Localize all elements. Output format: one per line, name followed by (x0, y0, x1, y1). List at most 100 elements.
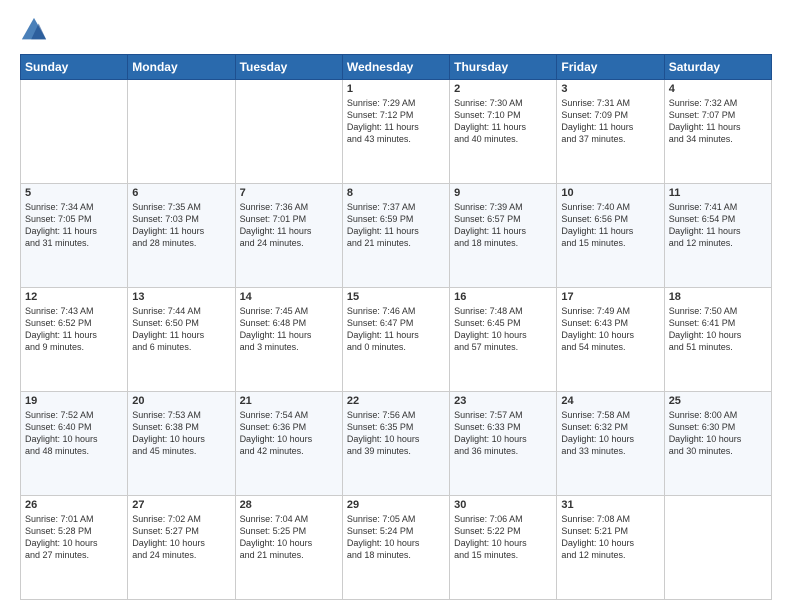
day-info: Sunrise: 7:57 AM Sunset: 6:33 PM Dayligh… (454, 409, 552, 458)
day-info: Sunrise: 7:54 AM Sunset: 6:36 PM Dayligh… (240, 409, 338, 458)
calendar-cell: 18 Sunrise: 7:50 AM Sunset: 6:41 PM Dayli… (664, 288, 771, 392)
week-row-5: 26 Sunrise: 7:01 AM Sunset: 5:28 PM Dayli… (21, 496, 772, 600)
calendar-cell: 9 Sunrise: 7:39 AM Sunset: 6:57 PM Daylig… (450, 184, 557, 288)
day-info: Sunrise: 7:01 AM Sunset: 5:28 PM Dayligh… (25, 513, 123, 562)
day-info: Sunrise: 7:45 AM Sunset: 6:48 PM Dayligh… (240, 305, 338, 354)
day-info: Sunrise: 7:41 AM Sunset: 6:54 PM Dayligh… (669, 201, 767, 250)
col-header-monday: Monday (128, 55, 235, 80)
day-info: Sunrise: 7:46 AM Sunset: 6:47 PM Dayligh… (347, 305, 445, 354)
calendar-cell (21, 80, 128, 184)
day-info: Sunrise: 7:52 AM Sunset: 6:40 PM Dayligh… (25, 409, 123, 458)
day-number: 5 (25, 187, 123, 199)
day-number: 30 (454, 499, 552, 511)
day-info: Sunrise: 7:35 AM Sunset: 7:03 PM Dayligh… (132, 201, 230, 250)
day-number: 14 (240, 291, 338, 303)
col-header-wednesday: Wednesday (342, 55, 449, 80)
calendar-cell (235, 80, 342, 184)
day-number: 4 (669, 83, 767, 95)
calendar-cell: 4 Sunrise: 7:32 AM Sunset: 7:07 PM Daylig… (664, 80, 771, 184)
col-header-sunday: Sunday (21, 55, 128, 80)
calendar-cell (128, 80, 235, 184)
calendar-cell: 27 Sunrise: 7:02 AM Sunset: 5:27 PM Dayli… (128, 496, 235, 600)
day-info: Sunrise: 7:43 AM Sunset: 6:52 PM Dayligh… (25, 305, 123, 354)
day-number: 27 (132, 499, 230, 511)
header-row: SundayMondayTuesdayWednesdayThursdayFrid… (21, 55, 772, 80)
calendar-cell: 19 Sunrise: 7:52 AM Sunset: 6:40 PM Dayli… (21, 392, 128, 496)
calendar-cell: 24Sunrise: 7:58 AM Sunset: 6:32 PM Dayli… (557, 392, 664, 496)
day-info: Sunrise: 7:04 AM Sunset: 5:25 PM Dayligh… (240, 513, 338, 562)
col-header-friday: Friday (557, 55, 664, 80)
calendar-cell: 23 Sunrise: 7:57 AM Sunset: 6:33 PM Dayli… (450, 392, 557, 496)
day-number: 12 (25, 291, 123, 303)
calendar-cell: 20 Sunrise: 7:53 AM Sunset: 6:38 PM Dayli… (128, 392, 235, 496)
week-row-2: 5 Sunrise: 7:34 AM Sunset: 7:05 PM Daylig… (21, 184, 772, 288)
day-info: Sunrise: 7:29 AM Sunset: 7:12 PM Dayligh… (347, 97, 445, 146)
calendar-cell: 8 Sunrise: 7:37 AM Sunset: 6:59 PM Daylig… (342, 184, 449, 288)
day-info: Sunrise: 7:39 AM Sunset: 6:57 PM Dayligh… (454, 201, 552, 250)
day-number: 28 (240, 499, 338, 511)
day-number: 9 (454, 187, 552, 199)
day-info: Sunrise: 7:30 AM Sunset: 7:10 PM Dayligh… (454, 97, 552, 146)
day-info: Sunrise: 7:53 AM Sunset: 6:38 PM Dayligh… (132, 409, 230, 458)
calendar-cell: 16 Sunrise: 7:48 AM Sunset: 6:45 PM Dayli… (450, 288, 557, 392)
day-number: 19 (25, 395, 123, 407)
day-number: 22 (347, 395, 445, 407)
day-info: Sunrise: 7:32 AM Sunset: 7:07 PM Dayligh… (669, 97, 767, 146)
col-header-tuesday: Tuesday (235, 55, 342, 80)
logo-icon (20, 16, 48, 44)
calendar-cell: 10 Sunrise: 7:40 AM Sunset: 6:56 PM Dayli… (557, 184, 664, 288)
day-number: 25 (669, 395, 767, 407)
day-number: 15 (347, 291, 445, 303)
day-number: 10 (561, 187, 659, 199)
calendar-cell: 14 Sunrise: 7:45 AM Sunset: 6:48 PM Dayli… (235, 288, 342, 392)
calendar-cell: 21 Sunrise: 7:54 AM Sunset: 6:36 PM Dayli… (235, 392, 342, 496)
col-header-thursday: Thursday (450, 55, 557, 80)
day-number: 24 (561, 395, 659, 407)
col-header-saturday: Saturday (664, 55, 771, 80)
day-number: 23 (454, 395, 552, 407)
calendar-cell: 13Sunrise: 7:44 AM Sunset: 6:50 PM Dayli… (128, 288, 235, 392)
day-info: Sunrise: 7:37 AM Sunset: 6:59 PM Dayligh… (347, 201, 445, 250)
day-number: 26 (25, 499, 123, 511)
calendar-cell: 28 Sunrise: 7:04 AM Sunset: 5:25 PM Dayli… (235, 496, 342, 600)
day-info: Sunrise: 7:56 AM Sunset: 6:35 PM Dayligh… (347, 409, 445, 458)
day-number: 7 (240, 187, 338, 199)
page: SundayMondayTuesdayWednesdayThursdayFrid… (0, 0, 792, 612)
day-number: 20 (132, 395, 230, 407)
day-number: 11 (669, 187, 767, 199)
day-info: Sunrise: 7:50 AM Sunset: 6:41 PM Dayligh… (669, 305, 767, 354)
day-number: 21 (240, 395, 338, 407)
day-info: Sunrise: 7:34 AM Sunset: 7:05 PM Dayligh… (25, 201, 123, 250)
calendar-cell: 29Sunrise: 7:05 AM Sunset: 5:24 PM Dayli… (342, 496, 449, 600)
day-info: Sunrise: 7:02 AM Sunset: 5:27 PM Dayligh… (132, 513, 230, 562)
day-info: Sunrise: 7:06 AM Sunset: 5:22 PM Dayligh… (454, 513, 552, 562)
week-row-3: 12 Sunrise: 7:43 AM Sunset: 6:52 PM Dayli… (21, 288, 772, 392)
calendar-cell: 3 Sunrise: 7:31 AM Sunset: 7:09 PM Daylig… (557, 80, 664, 184)
day-number: 18 (669, 291, 767, 303)
week-row-4: 19 Sunrise: 7:52 AM Sunset: 6:40 PM Dayli… (21, 392, 772, 496)
header (20, 16, 772, 44)
day-info: Sunrise: 7:31 AM Sunset: 7:09 PM Dayligh… (561, 97, 659, 146)
calendar-cell: 22 Sunrise: 7:56 AM Sunset: 6:35 PM Dayli… (342, 392, 449, 496)
day-info: Sunrise: 7:40 AM Sunset: 6:56 PM Dayligh… (561, 201, 659, 250)
calendar-cell: 1 Sunrise: 7:29 AM Sunset: 7:12 PM Daylig… (342, 80, 449, 184)
day-number: 16 (454, 291, 552, 303)
calendar-cell: 7Sunrise: 7:36 AM Sunset: 7:01 PM Daylig… (235, 184, 342, 288)
calendar-cell: 11 Sunrise: 7:41 AM Sunset: 6:54 PM Dayli… (664, 184, 771, 288)
calendar-cell: 31Sunrise: 7:08 AM Sunset: 5:21 PM Dayli… (557, 496, 664, 600)
calendar-cell: 5 Sunrise: 7:34 AM Sunset: 7:05 PM Daylig… (21, 184, 128, 288)
calendar-table: SundayMondayTuesdayWednesdayThursdayFrid… (20, 54, 772, 600)
calendar-cell: 2Sunrise: 7:30 AM Sunset: 7:10 PM Daylig… (450, 80, 557, 184)
day-info: Sunrise: 7:49 AM Sunset: 6:43 PM Dayligh… (561, 305, 659, 354)
calendar-cell: 17 Sunrise: 7:49 AM Sunset: 6:43 PM Dayli… (557, 288, 664, 392)
day-number: 8 (347, 187, 445, 199)
calendar-cell: 6Sunrise: 7:35 AM Sunset: 7:03 PM Daylig… (128, 184, 235, 288)
calendar-cell (664, 496, 771, 600)
day-number: 3 (561, 83, 659, 95)
day-info: Sunrise: 7:48 AM Sunset: 6:45 PM Dayligh… (454, 305, 552, 354)
calendar-cell: 25Sunrise: 8:00 AM Sunset: 6:30 PM Dayli… (664, 392, 771, 496)
day-number: 17 (561, 291, 659, 303)
calendar-cell: 12 Sunrise: 7:43 AM Sunset: 6:52 PM Dayli… (21, 288, 128, 392)
day-number: 1 (347, 83, 445, 95)
day-info: Sunrise: 7:05 AM Sunset: 5:24 PM Dayligh… (347, 513, 445, 562)
